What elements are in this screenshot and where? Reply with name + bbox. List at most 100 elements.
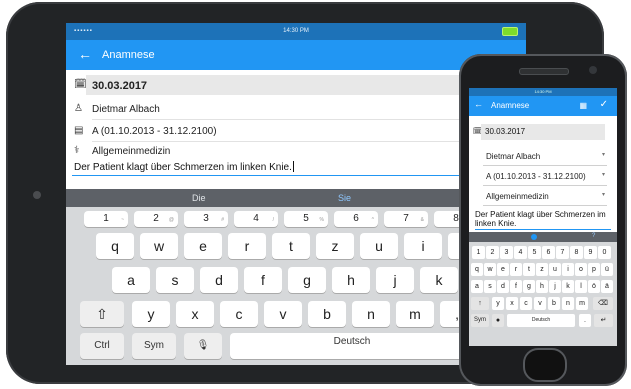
sym-key[interactable]: Sym [132,333,176,359]
key-m[interactable]: m [396,301,434,327]
pkey-d[interactable]: d [497,280,509,293]
pkey-y[interactable]: y [492,297,504,310]
pkey-p[interactable]: p [588,263,600,276]
phone-note-textarea[interactable]: Der Patient klagt über Schmerzen im link… [475,210,611,228]
pkey-j[interactable]: j [549,280,561,293]
back-arrow-icon[interactable]: ← [474,99,483,109]
key-z[interactable]: z [316,233,354,259]
pkey-period[interactable]: . [579,314,591,327]
pkey-k[interactable]: k [562,280,574,293]
key-x[interactable]: x [176,301,214,327]
key-t[interactable]: t [272,233,310,259]
key-2[interactable]: 2 @ [134,211,178,227]
pkey-c[interactable]: c [520,297,532,310]
phone-sym-key[interactable]: Sym [471,314,489,327]
key-5[interactable]: 5% [284,211,328,227]
key-h[interactable]: h [332,267,370,293]
key-w[interactable]: w [140,233,178,259]
pkey-n[interactable]: n [562,297,574,310]
suggestion-2[interactable]: Sie [338,193,351,203]
pkey-m[interactable]: m [576,297,588,310]
pkey-8[interactable]: 8 [570,246,583,259]
pkey-u[interactable]: u [549,263,561,276]
checkmark-icon[interactable]: ✓ [600,99,608,110]
pkey-7[interactable]: 7 [556,246,569,259]
phone-patient-select[interactable]: Dietmar Albach ▾ [483,148,607,166]
key-i[interactable]: i [404,233,442,259]
period-field[interactable]: ▤ A (01.10.2013 - 31.12.2100) [66,121,526,143]
key-f[interactable]: f [244,267,282,293]
phone-period-select[interactable]: A (01.10.2013 - 31.12.2100) ▾ [483,168,607,186]
key-r[interactable]: r [228,233,266,259]
pkey-x[interactable]: x [506,297,518,310]
key-s[interactable]: s [156,267,194,293]
pkey-6[interactable]: 6 [542,246,555,259]
tablet-home-button[interactable] [33,191,41,199]
pkey-3[interactable]: 3 [500,246,513,259]
phone-shift-key[interactable]: ↑ [471,297,489,310]
suggestion-1[interactable]: Die [192,193,206,203]
pkey-0[interactable]: 0 [598,246,611,259]
key-3[interactable]: 3 # [184,211,228,227]
backspace-icon[interactable]: ⌫ [593,297,613,310]
pkey-oe[interactable]: ö [588,280,600,293]
key-6[interactable]: 6 ^ [334,211,378,227]
pkey-h[interactable]: h [536,280,548,293]
key-u[interactable]: u [360,233,398,259]
pkey-ue[interactable]: ü [601,263,613,276]
pkey-w[interactable]: w [484,263,496,276]
pkey-v[interactable]: v [534,297,546,310]
pkey-i[interactable]: i [562,263,574,276]
key-v[interactable]: v [264,301,302,327]
phone-suggestion[interactable]: ? [592,233,595,239]
key-g[interactable]: g [288,267,326,293]
pkey-5[interactable]: 5 [528,246,541,259]
emoji-icon[interactable]: ● [492,314,504,327]
key-a[interactable]: a [112,267,150,293]
phone-date-field[interactable]: 30.03.2017 [481,124,605,140]
enter-icon[interactable]: ↵ [594,314,613,327]
grid-icon[interactable]: ▦ [579,101,587,110]
pkey-1[interactable]: 1 [472,246,485,259]
pkey-ae[interactable]: ä [601,280,613,293]
pkey-q[interactable]: q [471,263,483,276]
microphone-icon[interactable]: 🎙 [184,333,222,359]
key-j[interactable]: j [376,267,414,293]
key-y[interactable]: y [132,301,170,327]
pkey-2[interactable]: 2 [486,246,499,259]
pkey-g[interactable]: g [523,280,535,293]
key-c[interactable]: c [220,301,258,327]
specialty-field[interactable]: ⚕ Allgemeinmedizin [66,141,526,163]
note-textarea[interactable]: Der Patient klagt über Schmerzen im link… [74,161,294,173]
patient-field[interactable]: ♙ Dietmar Albach [66,99,526,121]
key-d[interactable]: d [200,267,238,293]
pkey-a[interactable]: a [471,280,483,293]
key-e[interactable]: e [184,233,222,259]
key-b[interactable]: b [308,301,346,327]
pkey-s[interactable]: s [484,280,496,293]
pkey-e[interactable]: e [497,263,509,276]
shift-key[interactable]: ⇧ [80,301,124,327]
pkey-z[interactable]: z [536,263,548,276]
pkey-9[interactable]: 9 [584,246,597,259]
key-q[interactable]: q [96,233,134,259]
space-key[interactable]: Deutsch [230,333,474,359]
pkey-l[interactable]: l [575,280,587,293]
key-1[interactable]: 1 ~ [84,211,128,227]
date-field[interactable]: 🗓 30.03.2017 [66,75,526,97]
pkey-4[interactable]: 4 [514,246,527,259]
phone-home-button[interactable] [523,348,567,382]
ctrl-key[interactable]: Ctrl [80,333,124,359]
key-n[interactable]: n [352,301,390,327]
pkey-t[interactable]: t [523,263,535,276]
pkey-o[interactable]: o [575,263,587,276]
pkey-b[interactable]: b [548,297,560,310]
key-4[interactable]: 4/ [234,211,278,227]
pkey-r[interactable]: r [510,263,522,276]
back-arrow-icon[interactable]: ← [78,46,92,62]
key-k[interactable]: k [420,267,458,293]
pkey-f[interactable]: f [510,280,522,293]
key-7[interactable]: 7 & [384,211,428,227]
phone-specialty-select[interactable]: Allgemeinmedizin ▾ [483,188,607,206]
phone-space-key[interactable]: Deutsch [507,314,575,327]
